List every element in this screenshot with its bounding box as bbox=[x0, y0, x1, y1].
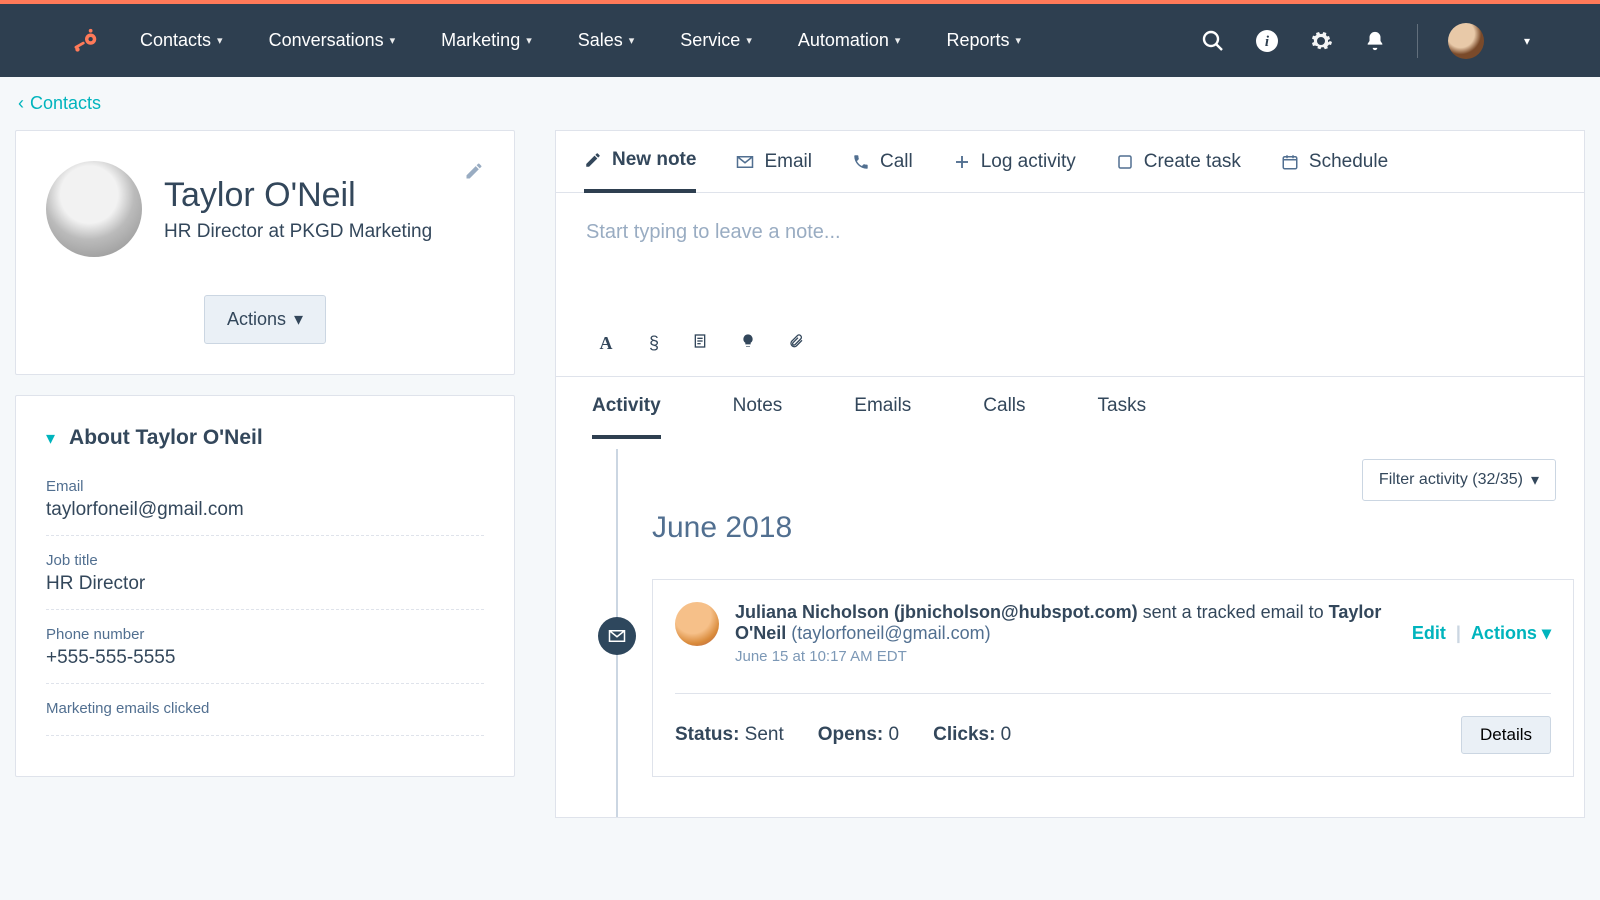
tab-tasks[interactable]: Tasks bbox=[1098, 395, 1147, 439]
contact-name: Taylor O'Neil bbox=[164, 176, 432, 215]
link-icon[interactable]: § bbox=[644, 333, 664, 354]
contact-profile-card: Taylor O'Neil HR Director at PKGD Market… bbox=[15, 130, 515, 375]
about-header[interactable]: ▾ About Taylor O'Neil bbox=[46, 426, 484, 450]
nav-sales[interactable]: Sales▾ bbox=[578, 30, 635, 51]
tab-activity[interactable]: Activity bbox=[592, 395, 661, 439]
tab-notes[interactable]: Notes bbox=[733, 395, 783, 439]
nav-marketing[interactable]: Marketing▾ bbox=[441, 30, 532, 51]
editor-toolbar: A § bbox=[556, 333, 1584, 376]
compose-tabs: New note Email Call Log activity Create … bbox=[556, 131, 1584, 193]
event-description: Juliana Nicholson (jbnicholson@hubspot.c… bbox=[735, 602, 1396, 665]
separator: | bbox=[1456, 623, 1461, 644]
email-icon bbox=[736, 153, 754, 171]
plus-icon bbox=[953, 153, 971, 171]
contact-actions-button[interactable]: Actions▾ bbox=[204, 295, 326, 344]
activity-timeline: Filter activity (32/35)▾ June 2018 Julia… bbox=[556, 439, 1584, 817]
chevron-down-icon: ▾ bbox=[46, 428, 55, 449]
nav-menu: Contacts▾ Conversations▾ Marketing▾ Sale… bbox=[140, 30, 1201, 51]
nav-conversations[interactable]: Conversations▾ bbox=[269, 30, 396, 51]
field-value: taylorfoneil@gmail.com bbox=[46, 499, 484, 521]
notifications-bell-icon[interactable] bbox=[1363, 29, 1387, 53]
search-icon[interactable] bbox=[1201, 29, 1225, 53]
edit-pencil-icon[interactable] bbox=[464, 161, 484, 181]
chevron-down-icon: ▾ bbox=[390, 34, 396, 47]
chevron-left-icon: ‹ bbox=[18, 93, 24, 113]
task-icon bbox=[1116, 153, 1134, 171]
contact-avatar[interactable] bbox=[46, 161, 142, 257]
field-label: Marketing emails clicked bbox=[46, 700, 484, 717]
chevron-down-icon: ▾ bbox=[1531, 470, 1539, 490]
chevron-down-icon: ▾ bbox=[629, 34, 635, 47]
caret-down-icon: ▾ bbox=[294, 309, 303, 330]
field-value: HR Director bbox=[46, 573, 484, 595]
timeline-month: June 2018 bbox=[652, 511, 1574, 545]
event-actions-dropdown[interactable]: Actions ▾ bbox=[1471, 623, 1551, 644]
timeline-email-node-icon bbox=[598, 617, 636, 655]
activity-panel: New note Email Call Log activity Create … bbox=[555, 130, 1585, 818]
user-avatar[interactable] bbox=[1448, 23, 1484, 59]
about-card: ▾ About Taylor O'Neil Email taylorfoneil… bbox=[15, 395, 515, 777]
tab-email[interactable]: Email bbox=[736, 149, 812, 192]
nav-service[interactable]: Service▾ bbox=[680, 30, 752, 51]
about-title: About Taylor O'Neil bbox=[69, 426, 263, 450]
event-timestamp: June 15 at 10:17 AM EDT bbox=[735, 648, 1396, 665]
settings-gear-icon[interactable] bbox=[1309, 29, 1333, 53]
tab-calls[interactable]: Calls bbox=[983, 395, 1025, 439]
phone-icon bbox=[852, 153, 870, 171]
attachment-paperclip-icon[interactable] bbox=[788, 333, 808, 354]
hubspot-logo-icon[interactable] bbox=[70, 26, 100, 56]
tab-call[interactable]: Call bbox=[852, 149, 913, 192]
breadcrumb-contacts-link[interactable]: ‹Contacts bbox=[18, 93, 101, 113]
main-navbar: Contacts▾ Conversations▾ Marketing▾ Sale… bbox=[0, 4, 1600, 77]
chevron-down-icon: ▾ bbox=[526, 34, 532, 47]
tab-create-task[interactable]: Create task bbox=[1116, 149, 1241, 192]
field-label: Job title bbox=[46, 552, 484, 569]
field-label: Email bbox=[46, 478, 484, 495]
tab-new-note[interactable]: New note bbox=[584, 149, 696, 193]
event-details-button[interactable]: Details bbox=[1461, 716, 1551, 754]
tab-emails[interactable]: Emails bbox=[854, 395, 911, 439]
event-sender-avatar[interactable] bbox=[675, 602, 719, 646]
event-edit-link[interactable]: Edit bbox=[1412, 623, 1446, 644]
filter-activity-button[interactable]: Filter activity (32/35)▾ bbox=[1362, 459, 1556, 501]
idea-lightbulb-icon[interactable] bbox=[740, 333, 760, 354]
nav-reports[interactable]: Reports▾ bbox=[946, 30, 1021, 51]
field-marketing-emails-clicked[interactable]: Marketing emails clicked bbox=[46, 694, 484, 736]
text-format-icon[interactable]: A bbox=[596, 333, 616, 354]
breadcrumb: ‹Contacts bbox=[0, 77, 1600, 130]
info-icon[interactable]: i bbox=[1255, 29, 1279, 53]
chevron-down-icon: ▾ bbox=[217, 34, 223, 47]
note-edit-icon bbox=[584, 151, 602, 169]
event-stats: Status: Sent Opens: 0 Clicks: 0 Details bbox=[675, 693, 1551, 754]
contact-subtitle: HR Director at PKGD Marketing bbox=[164, 221, 432, 243]
field-email[interactable]: Email taylorfoneil@gmail.com bbox=[46, 472, 484, 536]
tab-schedule[interactable]: Schedule bbox=[1281, 149, 1388, 192]
field-job-title[interactable]: Job title HR Director bbox=[46, 546, 484, 610]
nav-divider bbox=[1417, 24, 1418, 58]
activity-tabs: Activity Notes Emails Calls Tasks bbox=[556, 376, 1584, 439]
nav-right: i ▾ bbox=[1201, 23, 1530, 59]
field-phone[interactable]: Phone number +555-555-5555 bbox=[46, 620, 484, 684]
note-editor[interactable]: Start typing to leave a note... bbox=[556, 193, 1584, 333]
chevron-down-icon: ▾ bbox=[895, 34, 901, 47]
chevron-down-icon: ▾ bbox=[1015, 34, 1021, 47]
field-value: +555-555-5555 bbox=[46, 647, 484, 669]
tab-log-activity[interactable]: Log activity bbox=[953, 149, 1076, 192]
calendar-icon bbox=[1281, 153, 1299, 171]
activity-event-card: Juliana Nicholson (jbnicholson@hubspot.c… bbox=[652, 579, 1574, 777]
chevron-down-icon[interactable]: ▾ bbox=[1524, 34, 1530, 48]
note-placeholder: Start typing to leave a note... bbox=[586, 221, 1554, 244]
nav-contacts[interactable]: Contacts▾ bbox=[140, 30, 223, 51]
nav-automation[interactable]: Automation▾ bbox=[798, 30, 901, 51]
chevron-down-icon: ▾ bbox=[746, 34, 752, 47]
field-label: Phone number bbox=[46, 626, 484, 643]
document-icon[interactable] bbox=[692, 333, 712, 354]
